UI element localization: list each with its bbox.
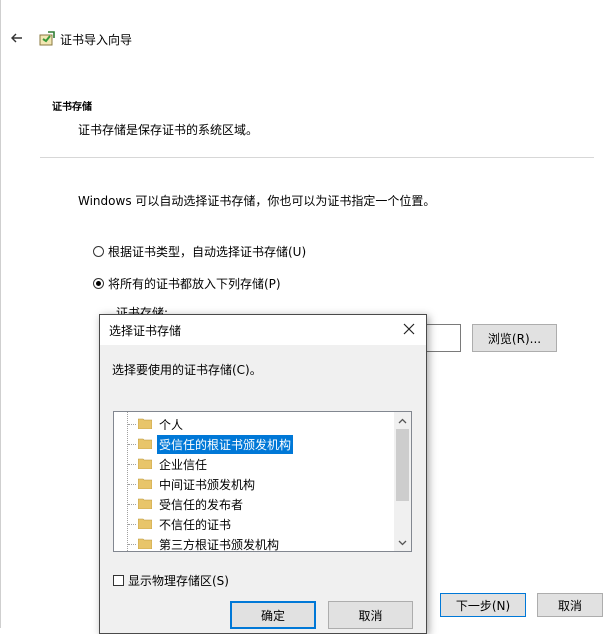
show-physical-label: 显示物理存储区(S) bbox=[128, 574, 229, 588]
tree-connector bbox=[128, 424, 136, 425]
tree-item-label: 个人 bbox=[159, 418, 184, 432]
folder-icon bbox=[138, 418, 152, 429]
radio-auto-select[interactable]: 根据证书类型，自动选择证书存储(U) bbox=[93, 243, 306, 260]
checkbox[interactable] bbox=[113, 575, 124, 586]
select-store-dialog: 选择证书存储 选择要使用的证书存储(C)。 个人 受信任的根证书颁发机构 企业信… bbox=[99, 314, 427, 634]
tree-item-label: 第三方根证书颁发机构 bbox=[159, 538, 280, 552]
radio-button[interactable] bbox=[93, 246, 104, 257]
dialog-titlebar: 选择证书存储 bbox=[100, 315, 426, 345]
folder-icon bbox=[138, 478, 152, 489]
dialog-cancel-button[interactable]: 取消 bbox=[328, 601, 413, 629]
wizard-cancel-button[interactable]: 取消 bbox=[537, 593, 603, 617]
folder-icon bbox=[138, 498, 152, 509]
folder-icon bbox=[138, 518, 152, 529]
folder-icon bbox=[138, 538, 152, 549]
tree-connector bbox=[128, 444, 136, 445]
radio-manual-label: 将所有的证书都放入下列存储(P) bbox=[108, 277, 281, 291]
window-edge bbox=[0, 0, 1, 628]
section-description: 证书存储是保存证书的系统区域。 bbox=[78, 123, 259, 137]
store-tree[interactable]: 个人 受信任的根证书颁发机构 企业信任 中间证书颁发机构 受信任的发布者 不信任… bbox=[113, 411, 412, 552]
tree-connector bbox=[128, 464, 136, 465]
scroll-thumb[interactable] bbox=[396, 429, 409, 501]
section-heading: 证书存储 bbox=[52, 102, 92, 113]
back-arrow-icon[interactable] bbox=[9, 30, 25, 46]
tree-connector bbox=[128, 484, 136, 485]
dialog-prompt: 选择要使用的证书存储(C)。 bbox=[112, 363, 262, 377]
next-button[interactable]: 下一步(N) bbox=[440, 593, 526, 617]
folder-icon bbox=[138, 458, 152, 469]
tree-scrollbar[interactable] bbox=[394, 412, 411, 551]
folder-icon bbox=[138, 438, 152, 449]
browse-button[interactable]: 浏览(R)... bbox=[472, 324, 557, 352]
intro-text: Windows 可以自动选择证书存储，你也可以为证书指定一个位置。 bbox=[78, 194, 436, 208]
chevron-down-icon[interactable] bbox=[394, 534, 411, 551]
certificate-wizard-icon bbox=[38, 30, 56, 48]
tree-connector-line bbox=[127, 412, 128, 551]
tree-connector bbox=[128, 524, 136, 525]
dialog-title: 选择证书存储 bbox=[109, 324, 182, 338]
tree-connector bbox=[128, 544, 136, 545]
tree-item-label: 受信任的根证书颁发机构 bbox=[157, 435, 294, 454]
tree-item-label: 受信任的发布者 bbox=[159, 498, 244, 512]
divider bbox=[40, 157, 594, 158]
radio-manual-select[interactable]: 将所有的证书都放入下列存储(P) bbox=[93, 275, 281, 292]
show-physical-stores[interactable]: 显示物理存储区(S) bbox=[113, 572, 229, 589]
wizard-title: 证书导入向导 bbox=[60, 33, 133, 47]
radio-button-checked[interactable] bbox=[93, 278, 104, 289]
close-icon[interactable] bbox=[400, 320, 418, 338]
tree-connector bbox=[128, 504, 136, 505]
chevron-up-icon[interactable] bbox=[394, 412, 411, 429]
ok-button[interactable]: 确定 bbox=[230, 601, 316, 629]
tree-item-label: 不信任的证书 bbox=[159, 518, 232, 532]
radio-auto-label: 根据证书类型，自动选择证书存储(U) bbox=[108, 245, 307, 259]
tree-item-label: 中间证书颁发机构 bbox=[159, 478, 256, 492]
tree-item-label: 企业信任 bbox=[159, 458, 208, 472]
